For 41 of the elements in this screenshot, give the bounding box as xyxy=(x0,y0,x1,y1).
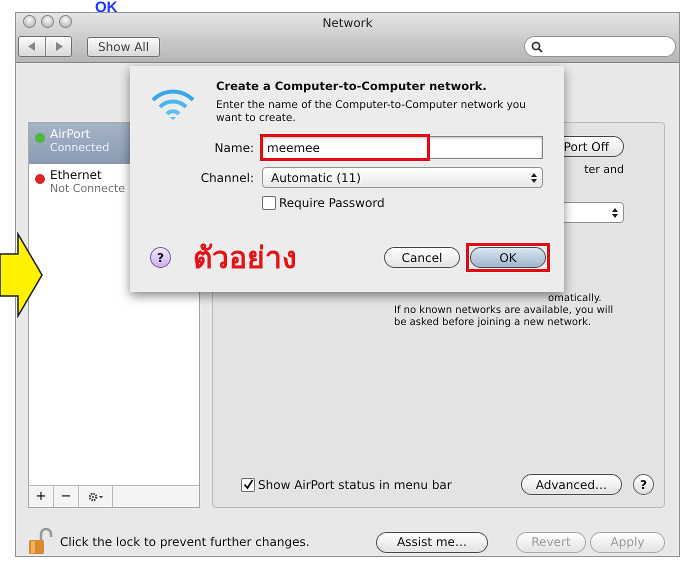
stepper-icon xyxy=(610,206,620,218)
channel-label: Channel: xyxy=(200,170,254,184)
lock-hint-text: Click the lock to prevent further changes. xyxy=(60,535,310,549)
name-input-field[interactable]: meemee xyxy=(262,136,543,159)
channel-select[interactable]: Automatic (11) xyxy=(262,167,543,188)
wifi-icon xyxy=(150,89,196,121)
window-control-icon[interactable] xyxy=(59,15,72,28)
stepper-icon xyxy=(529,172,539,184)
help-button[interactable]: ? xyxy=(633,474,654,495)
example-annotation-text: ตัวอย่าง xyxy=(193,240,297,278)
network-name-popup[interactable] xyxy=(562,202,624,223)
footer-button[interactable]: Assist me… xyxy=(376,532,488,552)
caption-text: OK xyxy=(95,0,118,15)
status-checkbox[interactable]: Show AirPort status in menu bar xyxy=(241,478,452,492)
name-label: Name: xyxy=(214,140,254,154)
help-button[interactable]: ? xyxy=(150,247,171,268)
show-all-button[interactable]: Show All xyxy=(87,36,160,56)
checkbox[interactable] xyxy=(241,478,255,492)
window-control-icon[interactable] xyxy=(41,15,54,28)
forward-arrow-icon xyxy=(54,42,62,51)
checkbox[interactable] xyxy=(262,196,276,210)
service-status: Connected xyxy=(50,141,110,154)
advanced-button[interactable]: Advanced… xyxy=(520,474,622,495)
ok-button[interactable]: OK xyxy=(470,247,546,268)
list-tool-button[interactable]: + xyxy=(29,486,54,507)
service-name: AirPort xyxy=(50,127,92,141)
back-arrow-icon xyxy=(28,42,36,51)
service-name: Ethernet xyxy=(50,168,103,182)
cancel-button[interactable]: Cancel xyxy=(384,247,460,268)
description-text: ter and xyxy=(584,163,624,176)
require-password-checkbox[interactable]: Require Password xyxy=(262,196,543,210)
search-field[interactable] xyxy=(524,36,676,57)
sheet-message: Enter the name of the Computer-to-Computer network you want to create. xyxy=(216,99,527,125)
join-note-text: omatically. If no known networks are available, you will be asked before joining a new network. xyxy=(394,293,614,329)
sheet-title: Create a Computer-to-Computer network. xyxy=(216,79,488,93)
search-icon xyxy=(531,40,543,52)
service-status: Not Connecte xyxy=(50,182,126,195)
list-tool-button[interactable]: − xyxy=(54,486,79,507)
window-control-icon[interactable] xyxy=(23,15,36,28)
gear-icon xyxy=(88,492,104,502)
window-title: Network xyxy=(322,16,373,30)
